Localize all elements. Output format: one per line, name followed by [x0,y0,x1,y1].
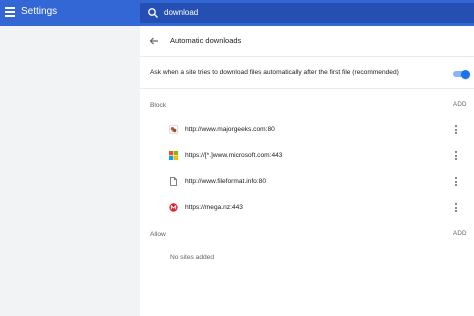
more-vert-icon[interactable] [453,150,459,162]
more-vert-icon[interactable] [453,124,459,136]
more-vert-icon[interactable] [453,202,459,214]
back-arrow-icon[interactable] [149,36,159,46]
search-input[interactable]: download [164,8,198,17]
ask-toggle[interactable] [453,69,470,79]
top-app-bar: Settings download [0,0,474,26]
page-title: Automatic downloads [170,36,242,45]
blocked-site-row[interactable]: https://mega.nz:443 [140,194,474,220]
toggle-knob [461,69,470,79]
no-sites-message: No sites added [170,254,214,261]
ask-setting-label: Ask when a site tries to download files … [150,69,399,76]
more-vert-icon[interactable] [453,176,459,188]
subpage-header: Automatic downloads [140,26,474,57]
mega-favicon-icon [169,203,178,212]
blocked-site-row[interactable]: http://www.majorgeeks.com:80 [140,116,474,142]
hamburger-menu-icon[interactable] [5,7,15,18]
majorgeeks-favicon-icon [169,125,178,134]
blocked-site-url: https://[*.]www.microsoft.com:443 [185,152,283,159]
blocked-site-url: http://www.majorgeeks.com:80 [185,126,275,133]
left-nav-panel [0,26,140,316]
ask-setting-row[interactable]: Ask when a site tries to download files … [140,57,474,89]
block-add-button[interactable]: ADD [453,101,467,108]
document-icon [170,177,177,186]
search-icon [148,8,158,18]
settings-card: Automatic downloads Ask when a site trie… [140,26,474,316]
blocked-site-row[interactable]: http://www.fileformat.info:80 [140,168,474,194]
search-field[interactable]: download [140,3,474,23]
microsoft-favicon-icon [169,151,178,160]
blocked-site-url: http://www.fileformat.info:80 [185,178,266,185]
blocked-site-url: https://mega.nz:443 [185,204,243,211]
allow-add-button[interactable]: ADD [453,230,467,237]
blocked-site-row[interactable]: https://[*.]www.microsoft.com:443 [140,142,474,168]
app-title: Settings [21,6,58,17]
allow-section-label: Allow [150,231,166,238]
block-section-label: Block [150,102,167,109]
